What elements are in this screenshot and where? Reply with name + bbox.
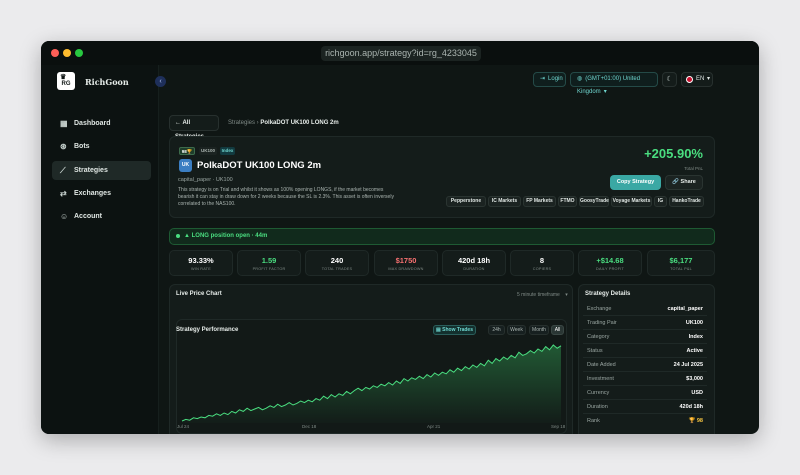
broker-tag[interactable]: HankoTrade xyxy=(669,196,704,207)
maximize-window-button[interactable] xyxy=(75,49,83,57)
timezone-select[interactable]: ◍ (GMT+01:00) United Kingdom ▾ xyxy=(570,72,658,95)
total-return: +205.90% xyxy=(644,146,703,161)
stat-total-trades: 240 TOTAL TRADES xyxy=(305,250,369,276)
back-to-strategies-button[interactable]: ← All Strategies xyxy=(169,115,219,140)
login-icon: ⇥ xyxy=(540,76,546,82)
performance-title: Strategy Performance xyxy=(176,327,239,333)
broker-tag[interactable]: Pepperstone xyxy=(446,196,486,207)
breadcrumb-current: PolkaDOT UK100 LONG 2m xyxy=(260,120,339,126)
x-tick-label: Sep 18 xyxy=(551,424,566,429)
stat-max-drawdown: $1750 MAX DRAWDOWN xyxy=(374,250,438,276)
sidebar-item-exchanges[interactable]: ⇄ Exchanges xyxy=(52,184,151,203)
moon-icon: ☾ xyxy=(666,76,673,83)
show-trades-button[interactable]: ▤ Show Trades xyxy=(433,325,476,335)
live-chart-title: Live Price Chart xyxy=(176,291,222,297)
sidebar-item-strategies[interactable]: ⟋ Strategies xyxy=(52,161,151,180)
broker-tag[interactable]: IG xyxy=(654,196,667,207)
sidebar: ♛ RG RichGoon ▦ Dashboard ⊛ Bots ⟋ Strat… xyxy=(41,65,159,434)
minimize-window-button[interactable] xyxy=(63,49,71,57)
crown-icon: ♛ xyxy=(60,74,67,81)
breadcrumb-parent[interactable]: Strategies xyxy=(228,120,255,126)
stat-duration: 420d 18h DURATION xyxy=(442,250,506,276)
details-title: Strategy Details xyxy=(585,291,631,297)
user-icon: ☺ xyxy=(60,212,69,221)
grid-icon: ▦ xyxy=(60,119,68,128)
total-return-label: Total PnL xyxy=(684,166,703,171)
sidebar-item-bots[interactable]: ⊛ Bots xyxy=(52,137,151,156)
performance-chart[interactable] xyxy=(176,341,567,423)
sidebar-item-dashboard[interactable]: ▦ Dashboard xyxy=(52,114,151,133)
chevron-down-icon: ▾ xyxy=(707,76,711,82)
exchange-icon: ⇄ xyxy=(60,189,67,198)
share-icon: 🔗 xyxy=(672,179,680,185)
detail-row-rank: Rank 🏆 98 xyxy=(587,418,703,424)
range-month-button[interactable]: Month xyxy=(529,325,549,335)
status-dot-icon xyxy=(176,234,180,238)
broker-tag[interactable]: FP Markets xyxy=(523,196,556,207)
globe-icon: ◍ xyxy=(577,76,583,82)
detail-row-date-added: Date Added 24 Jul 2025 xyxy=(583,359,707,372)
x-tick-label: Jul 24 xyxy=(177,424,190,429)
share-button[interactable]: 🔗 Share xyxy=(665,175,703,190)
detail-row-status: Status Active xyxy=(583,345,707,358)
logo-text: RG xyxy=(61,81,71,87)
stat-profit-factor: 1.59 PROFIT FACTOR xyxy=(237,250,301,276)
uk-flag-icon xyxy=(686,76,693,83)
detail-row-trading-pair: Trading Pair UK100 xyxy=(583,317,707,330)
copy-strategy-button[interactable]: Copy Strategy xyxy=(610,175,661,190)
chevron-down-icon: ▾ xyxy=(603,89,607,95)
uk100-icon: UK xyxy=(179,159,192,172)
arrow-left-icon: ← xyxy=(175,120,181,126)
stat-copiers: 8 COPIERS xyxy=(510,250,574,276)
performance-area xyxy=(182,345,561,423)
range-all-button[interactable]: All xyxy=(551,325,564,335)
strategy-title: PolkaDOT UK100 LONG 2m xyxy=(197,160,322,171)
x-tick-label: Dec 18 xyxy=(302,424,317,429)
rank-badge: 98🏆 xyxy=(179,147,195,155)
logo[interactable]: ♛ RG xyxy=(57,72,75,90)
url-bar[interactable]: richgoon.app/strategy?id=rg_4233045 xyxy=(321,46,481,61)
chart-icon: ▤ xyxy=(436,327,441,333)
broker-tag[interactable]: GoosyTrade xyxy=(579,196,609,207)
chevron-down-icon: ▾ xyxy=(565,292,568,298)
broker-tag[interactable]: FTMO xyxy=(558,196,577,207)
stat-win-rate: 93.33% WIN RATE xyxy=(169,250,233,276)
x-tick-label: Apr 21 xyxy=(427,424,441,429)
detail-row-exchange: Exchange capital_paper xyxy=(583,303,707,316)
close-window-button[interactable] xyxy=(51,49,59,57)
detail-row-currency: Currency USD xyxy=(583,387,707,400)
symbol-badge: UK100 xyxy=(199,147,217,155)
sidebar-collapse-button[interactable]: ‹ xyxy=(155,76,166,87)
strategy-subline: capital_paper · UK100 xyxy=(178,177,233,183)
trend-icon: ⟋ xyxy=(60,166,66,175)
browser-titlebar: richgoon.app/strategy?id=rg_4233045 xyxy=(41,41,759,65)
timeframe-select[interactable]: 5 minute timeframe ▾ xyxy=(517,292,568,298)
strategy-description: This strategy is on Trial and whilst it … xyxy=(178,187,394,207)
app-window: richgoon.app/strategy?id=rg_4233045 ♛ RG… xyxy=(41,41,759,434)
range-week-button[interactable]: Week xyxy=(507,325,526,335)
detail-row-category: Category Index xyxy=(583,331,707,344)
detail-row-duration: Duration 420d 18h xyxy=(583,401,707,414)
category-badge: Index xyxy=(220,147,235,155)
brand-name: RichGoon xyxy=(85,77,129,87)
theme-toggle-button[interactable]: ☾ xyxy=(662,72,677,87)
language-select[interactable]: EN ▾ xyxy=(681,72,713,87)
up-arrow-icon: ▲ xyxy=(184,233,190,239)
breadcrumb: Strategies › PolkaDOT UK100 LONG 2m xyxy=(228,120,339,126)
broker-tag[interactable]: Voyage Markets xyxy=(611,196,652,207)
login-button[interactable]: ⇥ Login xyxy=(533,72,566,87)
position-status-banner: ▲ LONG position open · 44m xyxy=(169,228,715,245)
broker-tag[interactable]: IC Markets xyxy=(488,196,521,207)
sidebar-item-account[interactable]: ☺ Account xyxy=(52,207,151,226)
range-24h-button[interactable]: 24h xyxy=(488,325,505,335)
detail-row-investment: Investment $3,000 xyxy=(583,373,707,386)
stat-daily-profit: +$14.68 DAILY PROFIT xyxy=(578,250,642,276)
stat-total-pnl: $6,177 TOTAL P&L xyxy=(647,250,715,276)
bot-icon: ⊛ xyxy=(60,142,67,151)
